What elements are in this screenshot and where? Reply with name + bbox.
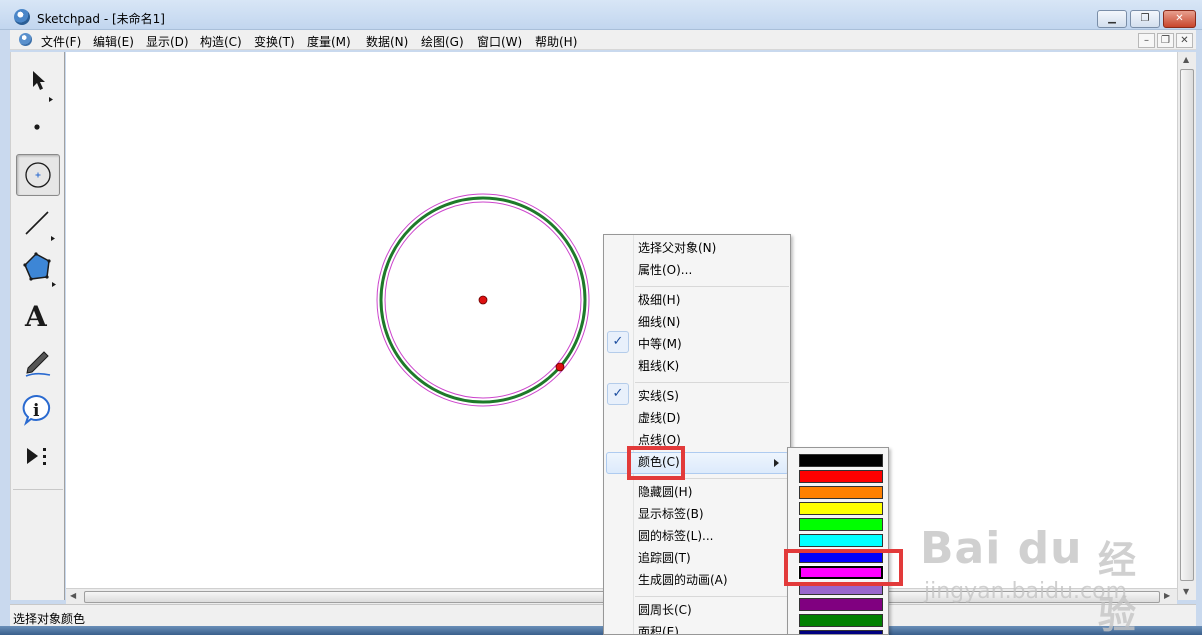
radius-point[interactable]: [555, 362, 565, 372]
taskbar: [0, 626, 1202, 635]
menu-animate-circle[interactable]: 生成圆的动画(A): [638, 571, 728, 589]
point-tool[interactable]: [16, 106, 60, 148]
color-swatch[interactable]: [799, 630, 883, 634]
annotation-box-magenta-swatch: [784, 549, 903, 586]
minimize-button[interactable]: ▁: [1097, 10, 1127, 28]
checkmark-icon: ✓: [607, 331, 629, 353]
menu-icon-gutter: [633, 235, 634, 634]
color-swatch[interactable]: [799, 486, 883, 499]
info-bubble-icon: i: [22, 394, 51, 426]
sketchpad-app-icon[interactable]: [14, 9, 30, 25]
point-icon: [34, 124, 40, 130]
svg-text:i: i: [33, 401, 40, 421]
menu-transform[interactable]: 变换(T): [254, 33, 295, 50]
maximize-button[interactable]: ❐: [1130, 10, 1160, 28]
custom-tools-icon: [27, 448, 46, 465]
watermark-url: jingyan.baidu.com: [924, 579, 1128, 604]
baidu-jingyan-watermark: Bai du 经验 jingyan.baidu.com: [920, 515, 1170, 635]
svg-text:A: A: [24, 300, 48, 333]
doc-minimize-button[interactable]: –: [1138, 33, 1155, 48]
marker-tool[interactable]: [16, 342, 60, 384]
menu-measure[interactable]: 度量(M): [307, 33, 351, 50]
color-swatch[interactable]: [799, 454, 883, 467]
vertical-scroll-thumb[interactable]: [1180, 69, 1194, 581]
straightedge-tool[interactable]: [16, 202, 60, 244]
checkmark-icon: ✓: [607, 383, 629, 405]
menu-hide-circle[interactable]: 隐藏圆(H): [638, 483, 692, 501]
scroll-left-icon[interactable]: ◀: [70, 591, 76, 600]
menu-trace-circle[interactable]: 追踪圆(T): [638, 549, 691, 567]
watermark-logo: Bai du: [920, 523, 1083, 574]
menu-line-thick[interactable]: 粗线(K): [638, 357, 679, 375]
line-segment-icon: [25, 211, 55, 241]
arrow-select-icon: [33, 71, 53, 102]
doc-restore-button[interactable]: ❐: [1157, 33, 1174, 48]
vertical-scrollbar[interactable]: ▲ ▼: [1177, 52, 1196, 600]
menu-circle-label[interactable]: 圆的标签(L)...: [638, 527, 714, 545]
context-menu: 选择父对象(N) 属性(O)... 极细(H) 细线(N) ✓ 中等(M) 粗线…: [603, 234, 791, 635]
information-tool[interactable]: i: [16, 389, 60, 431]
toolbox-divider: [13, 489, 63, 490]
close-button[interactable]: ✕: [1163, 10, 1196, 28]
menu-line-solid[interactable]: 实线(S): [638, 387, 679, 405]
text-a-icon: A: [24, 300, 48, 333]
menu-circumference[interactable]: 圆周长(C): [638, 601, 692, 619]
color-swatch[interactable]: [799, 598, 883, 611]
color-swatch[interactable]: [799, 470, 883, 483]
menu-window[interactable]: 窗口(W): [477, 33, 522, 50]
title-bar: Sketchpad - [未命名1] ▁ ❐ ✕: [0, 0, 1202, 30]
toolbox: A i: [10, 52, 65, 600]
menu-line-thin[interactable]: 极细(H): [638, 291, 680, 309]
menu-separator: [635, 596, 789, 597]
marker-pen-icon: [25, 351, 51, 377]
annotation-box-color-menu: [627, 446, 685, 480]
menu-help[interactable]: 帮助(H): [535, 33, 577, 50]
circle-compass-icon: [25, 162, 51, 188]
submenu-arrow-icon: [774, 459, 779, 467]
menu-area[interactable]: 面积(E): [638, 623, 679, 634]
menu-select-parents[interactable]: 选择父对象(N): [638, 239, 716, 257]
menu-separator: [635, 382, 789, 383]
color-palette-submenu: [787, 447, 889, 635]
menu-graph[interactable]: 绘图(G): [421, 33, 464, 50]
scroll-up-icon[interactable]: ▲: [1183, 55, 1189, 64]
document-icon[interactable]: [19, 33, 32, 46]
menu-data[interactable]: 数据(N): [366, 33, 408, 50]
menu-file[interactable]: 文件(F): [41, 33, 81, 50]
menu-properties[interactable]: 属性(O)...: [638, 261, 692, 279]
menu-separator: [635, 286, 789, 287]
color-swatch[interactable]: [799, 534, 883, 547]
status-text: 选择对象颜色: [13, 612, 86, 626]
menu-display[interactable]: 显示(D): [146, 33, 189, 50]
custom-tool[interactable]: [16, 435, 60, 477]
polygon-icon: [23, 252, 56, 287]
menu-edit[interactable]: 编辑(E): [93, 33, 134, 50]
compass-tool[interactable]: [16, 154, 60, 196]
polygon-tool[interactable]: [16, 248, 60, 290]
color-swatch[interactable]: [799, 502, 883, 515]
menu-show-label[interactable]: 显示标签(B): [638, 505, 704, 523]
window-title: Sketchpad - [未命名1]: [37, 12, 165, 26]
arrow-tool[interactable]: [16, 61, 60, 103]
doc-close-button[interactable]: ✕: [1176, 33, 1193, 48]
scroll-down-icon[interactable]: ▼: [1183, 587, 1189, 596]
menu-construct[interactable]: 构造(C): [200, 33, 242, 50]
color-swatch[interactable]: [799, 614, 883, 627]
text-tool[interactable]: A: [16, 295, 60, 337]
menu-line-medium[interactable]: 中等(M): [638, 335, 682, 353]
color-swatch[interactable]: [799, 518, 883, 531]
menu-line-dashed[interactable]: 虚线(D): [638, 409, 681, 427]
menu-line-fine[interactable]: 细线(N): [638, 313, 680, 331]
menu-bar: 文件(F) 编辑(E) 显示(D) 构造(C) 变换(T) 度量(M) 数据(N…: [10, 30, 1196, 50]
center-point[interactable]: [478, 295, 488, 305]
